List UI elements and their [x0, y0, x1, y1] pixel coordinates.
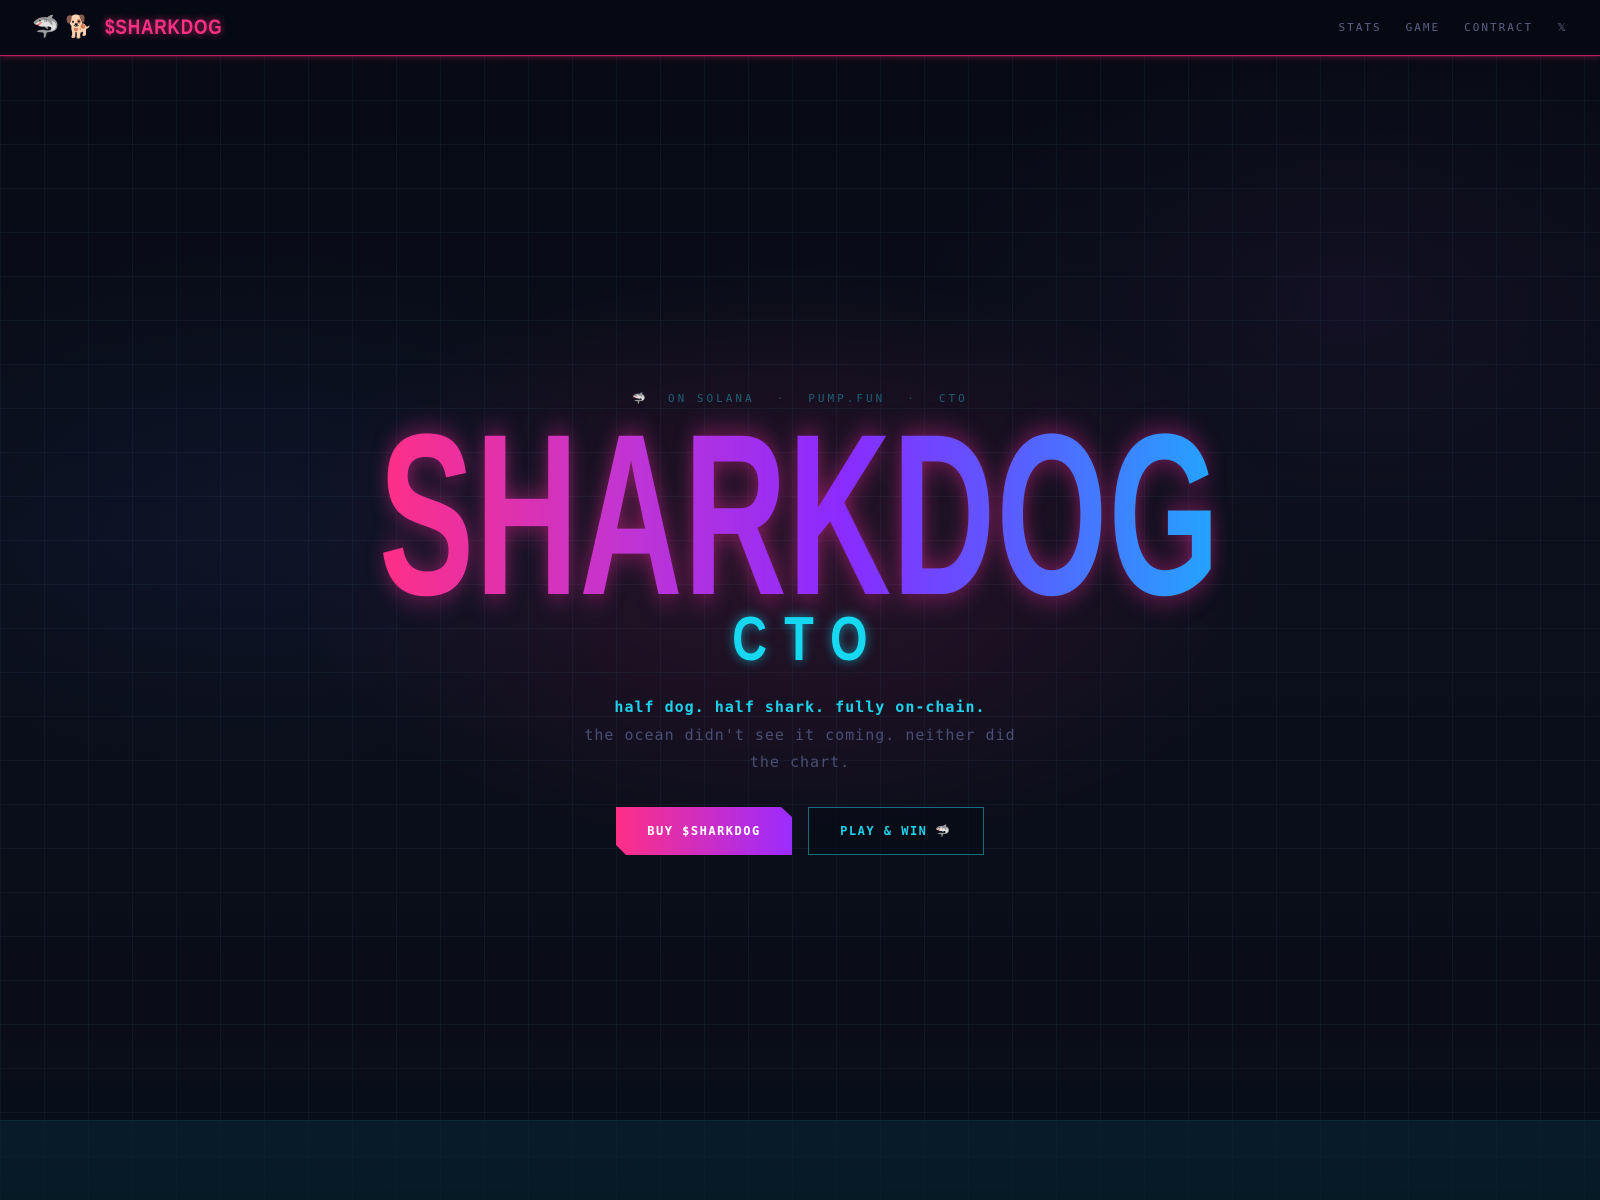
- hero-subtitle-text: CTO: [732, 605, 885, 674]
- play-and-win-button[interactable]: PLAY & WIN 🦈: [808, 807, 984, 855]
- hero-title-text: SHARKDOG: [379, 386, 1221, 643]
- hero-tagline: half dog. half shark. fully on-chain.: [614, 698, 986, 716]
- hero-description: the ocean didn't see it coming. neither …: [584, 726, 1016, 771]
- hero-subtitle: CTO: [0, 604, 1600, 675]
- buy-button[interactable]: BUY $SHARKDOG: [616, 807, 792, 855]
- hero-title: SHARKDOG: [0, 400, 1600, 630]
- play-button-label: PLAY & WIN: [840, 824, 928, 838]
- shark-icon: 🦈: [935, 824, 952, 838]
- hero-section: 🦈 ON SOLANA · PUMP.FUN · CTO SHARKDOG CT…: [0, 0, 1600, 1200]
- hero-actions: BUY $SHARKDOG PLAY & WIN 🦈: [0, 807, 1600, 855]
